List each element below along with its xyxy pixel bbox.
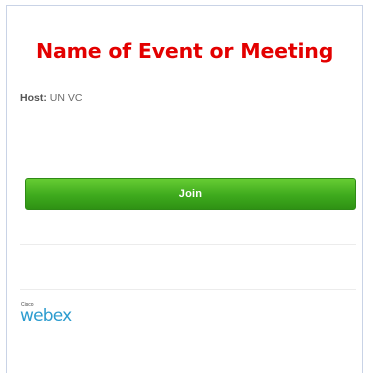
divider <box>20 244 356 245</box>
meeting-title: Name of Event or Meeting <box>36 39 334 63</box>
join-button[interactable]: Join <box>25 178 356 210</box>
webex-label: webex <box>20 306 72 326</box>
divider <box>20 289 356 290</box>
host-label: Host: <box>20 92 47 104</box>
webex-logo-icon: Cisco webex <box>20 300 80 330</box>
host-name: UN VC <box>49 92 83 104</box>
host-line: Host: UN VC <box>20 92 82 104</box>
join-button-label: Join <box>178 188 203 200</box>
